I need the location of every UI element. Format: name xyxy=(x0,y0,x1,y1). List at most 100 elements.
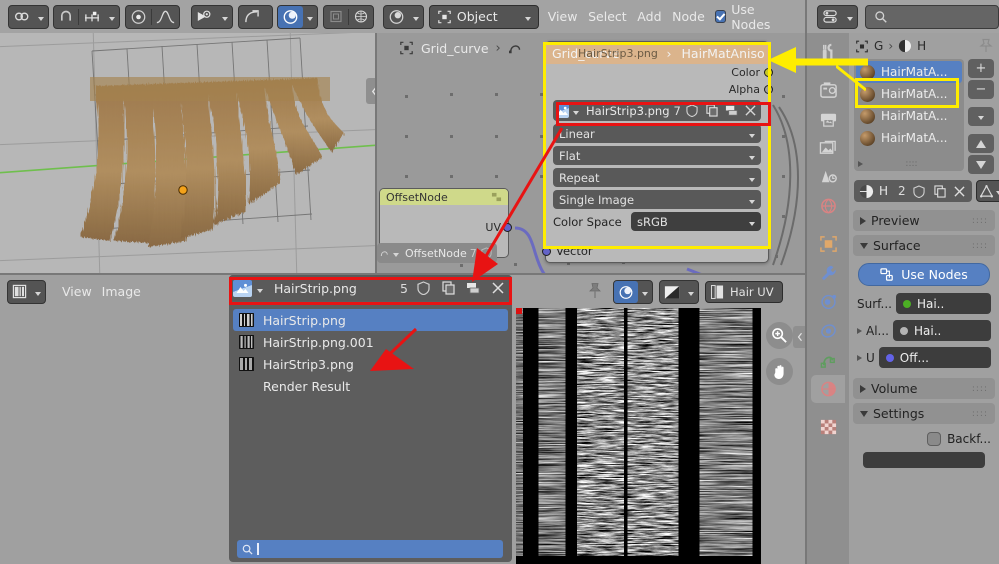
render-tab[interactable] xyxy=(811,76,845,104)
overlay-group[interactable] xyxy=(322,4,374,29)
material-name[interactable]: H xyxy=(879,184,888,198)
interpolation-dropdown[interactable]: Linear xyxy=(553,124,761,143)
material-slot-item[interactable]: HairMatA... xyxy=(856,61,962,83)
node-output-alpha[interactable]: Alpha xyxy=(546,81,773,98)
properties-editor-icon[interactable] xyxy=(818,6,843,28)
alpha-socket[interactable] xyxy=(764,85,773,94)
list-item[interactable]: HairStrip.png xyxy=(233,309,508,331)
expand-triangle-icon[interactable] xyxy=(857,327,862,334)
extension-dropdown[interactable]: Repeat xyxy=(553,168,761,187)
material-slot-item[interactable]: HairMatA... xyxy=(856,127,962,149)
chevron-down-icon[interactable] xyxy=(684,281,698,303)
close-icon[interactable] xyxy=(488,279,508,297)
shield-icon[interactable] xyxy=(685,102,700,120)
tool-tab[interactable] xyxy=(811,38,845,66)
remove-slot-button[interactable]: − xyxy=(968,80,994,99)
chevron-down-icon[interactable] xyxy=(34,6,48,28)
pivot-group[interactable] xyxy=(237,4,273,29)
visibility-icon[interactable] xyxy=(192,6,218,28)
image-editor-icon[interactable] xyxy=(8,281,31,303)
material-datablock-selector[interactable]: H 2 xyxy=(854,180,972,202)
shield-icon[interactable] xyxy=(480,244,494,262)
chevron-down-icon[interactable] xyxy=(638,281,652,303)
list-item[interactable]: HairStrip.png.001 xyxy=(233,331,508,353)
material-slot-item[interactable]: HairMatA... xyxy=(856,83,962,105)
image-editor-empty-pane[interactable] xyxy=(0,308,228,564)
shield-icon[interactable] xyxy=(911,182,927,200)
uv-input-selector[interactable]: Off... xyxy=(878,347,991,368)
offset-group-name[interactable]: OffsetNode xyxy=(405,247,467,260)
scene-tab[interactable] xyxy=(811,163,845,191)
chevron-down-icon[interactable] xyxy=(257,281,263,296)
copy-icon[interactable] xyxy=(932,182,948,200)
preview-shading-group[interactable] xyxy=(613,280,653,304)
shield-icon[interactable] xyxy=(413,279,433,297)
pivot-option-icon[interactable] xyxy=(264,6,272,28)
falloff-curve-icon[interactable] xyxy=(152,6,179,28)
list-item[interactable]: HairStrip3.png xyxy=(233,353,508,375)
panel-surface[interactable]: Surface :::: xyxy=(853,235,995,256)
material-slot-list[interactable]: HairMatA... HairMatA... HairMatA... Hair… xyxy=(854,59,964,171)
pin-icon[interactable] xyxy=(587,282,603,300)
image-datablock-popup[interactable]: HairStrip.png 5 HairStrip.png HairStrip.… xyxy=(229,275,512,562)
unpack-icon[interactable] xyxy=(463,279,483,297)
magnet-icon[interactable] xyxy=(54,6,78,28)
chevron-down-icon[interactable] xyxy=(749,193,755,207)
object-tab[interactable] xyxy=(811,230,845,258)
search-input[interactable] xyxy=(864,4,999,29)
image-preview-canvas[interactable] xyxy=(516,308,761,564)
chevron-down-icon[interactable] xyxy=(218,6,232,28)
pin-icon[interactable] xyxy=(979,38,993,54)
vector-socket[interactable] xyxy=(542,246,551,256)
use-nodes-checkbox[interactable] xyxy=(714,10,727,23)
chevron-down-icon[interactable] xyxy=(409,6,423,28)
node-editor-type-button[interactable] xyxy=(382,4,424,29)
expand-triangle-icon[interactable] xyxy=(858,161,863,167)
3d-viewport[interactable] xyxy=(0,33,375,273)
viewport-overlay-group-2[interactable] xyxy=(53,4,121,29)
source-dropdown[interactable]: Single Image xyxy=(553,190,761,209)
image-editor-type-button[interactable] xyxy=(7,279,46,304)
backface-culling-checkbox[interactable] xyxy=(927,432,942,446)
image-name[interactable]: HairStrip3.png xyxy=(586,104,670,118)
surface-shader-selector[interactable]: Hai.. xyxy=(895,293,991,314)
move-slot-up-button[interactable] xyxy=(968,134,994,153)
panel-volume[interactable]: Volume :::: xyxy=(853,378,995,399)
menu-view[interactable]: View xyxy=(548,9,578,24)
menu-select[interactable]: Select xyxy=(588,9,627,24)
shading-icon[interactable] xyxy=(614,281,638,303)
chevron-down-icon[interactable] xyxy=(303,6,317,28)
offset-node-header[interactable]: OffsetNode xyxy=(380,189,508,205)
expand-triangle-icon[interactable] xyxy=(857,354,862,361)
material-users-count[interactable]: 2 xyxy=(898,184,906,198)
move-slot-down-button[interactable] xyxy=(968,155,994,174)
proportional-edit-icon[interactable] xyxy=(126,6,151,28)
chevron-down-icon[interactable] xyxy=(749,149,755,163)
display-channels-group[interactable] xyxy=(659,280,699,304)
copy-icon[interactable] xyxy=(438,279,458,297)
shader-type-selector[interactable]: Object xyxy=(428,4,539,29)
image-editor[interactable]: View Image Hair UV HairStrip.png 5 HairS… xyxy=(0,275,807,564)
copy-icon[interactable] xyxy=(704,102,719,120)
node-output-color[interactable]: Color xyxy=(546,64,773,81)
image-editor-datablock-bar[interactable]: HairStrip.png 5 xyxy=(229,275,512,301)
chevron-down-icon[interactable] xyxy=(749,171,755,185)
properties-editor[interactable]: G › H HairMatA... HairMatA... HairMatA..… xyxy=(807,33,999,564)
link-icon[interactable] xyxy=(9,6,34,28)
pan-hand-icon[interactable] xyxy=(766,358,793,385)
menu-add[interactable]: Add xyxy=(637,9,661,24)
constraints-tab[interactable] xyxy=(811,346,845,374)
chevron-down-icon[interactable] xyxy=(749,127,755,141)
chevron-down-icon[interactable] xyxy=(843,6,857,28)
chevron-down-icon[interactable] xyxy=(393,247,399,260)
offset-node-group-selector[interactable]: OffsetNode 7 xyxy=(377,243,497,263)
unpack-icon[interactable] xyxy=(723,102,738,120)
alpha-input-selector[interactable]: Hai.. xyxy=(893,320,991,341)
modifier-tab[interactable] xyxy=(811,259,845,287)
texture-tab[interactable] xyxy=(811,413,845,441)
close-icon[interactable] xyxy=(953,182,967,200)
chevron-down-icon[interactable] xyxy=(31,281,45,303)
image-texture-node[interactable]: Grid_curve HairStrip3.png › HairMatAniso… xyxy=(542,41,773,263)
alpha-icon[interactable] xyxy=(660,281,684,303)
image-icon[interactable] xyxy=(233,279,252,297)
